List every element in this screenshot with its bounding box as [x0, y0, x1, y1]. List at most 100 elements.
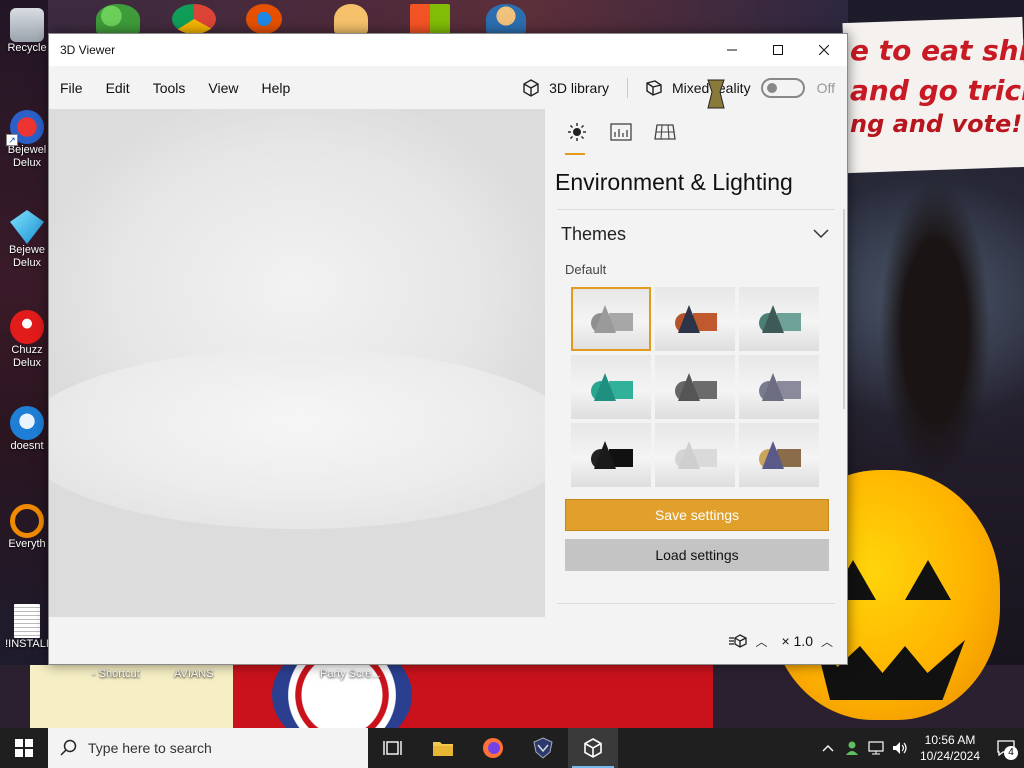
mixed-reality-button[interactable]: Mixed reality [644, 78, 751, 98]
tab-stats[interactable] [599, 109, 643, 155]
taskbar-clock[interactable]: 10:56 AM 10/24/2024 [912, 732, 988, 764]
taskbar-file-explorer[interactable] [418, 728, 468, 768]
desktop-icon-bejeweled[interactable]: ↗ Bejewel Delux [4, 110, 50, 170]
viewport-floor [49, 349, 579, 529]
theme-cone [678, 373, 700, 401]
theme-thumbnail[interactable] [739, 287, 819, 351]
taskbar-shield-app[interactable] [518, 728, 568, 768]
zoom-level: × 1.0 [781, 633, 813, 649]
menu-help[interactable]: Help [261, 80, 302, 96]
3d-library-label: 3D library [549, 79, 609, 96]
3d-viewer-window: 3D Viewer File Edit Tools View Help 3D l… [48, 33, 848, 665]
show-hidden-icons-button[interactable] [816, 728, 840, 768]
users-app-icon[interactable] [96, 4, 140, 34]
people-tray-icon[interactable] [840, 728, 864, 768]
bejeweled-diamond-icon [10, 210, 44, 244]
3d-library-button[interactable]: 3D library [521, 78, 609, 98]
network-tray-icon[interactable] [864, 728, 888, 768]
tab-lighting[interactable] [555, 109, 599, 155]
cube-icon [523, 78, 539, 97]
taskbar-firefox[interactable] [468, 728, 518, 768]
theme-thumbnail[interactable] [571, 423, 651, 487]
themes-section-header[interactable]: Themes [557, 210, 835, 258]
view-options[interactable]: ︿ [729, 633, 767, 650]
poster-text-line: e to eat shit [850, 34, 1024, 67]
desktop-icon-label[interactable]: - Shortcut [92, 668, 140, 680]
theme-cone [762, 441, 784, 469]
panel-scrollbar[interactable] [843, 209, 845, 409]
mixed-reality-icon [646, 79, 662, 96]
taskbar-search[interactable] [48, 728, 368, 768]
browser-icon[interactable] [246, 4, 282, 34]
theme-cone [678, 305, 700, 333]
desktop-icon-bejeweled-2[interactable]: Bejewe Delux [4, 210, 50, 270]
person-icon [846, 741, 858, 755]
chrome-icon[interactable] [172, 4, 216, 34]
theme-cone [678, 441, 700, 469]
theme-thumbnail[interactable] [739, 355, 819, 419]
theme-thumbnail[interactable] [655, 355, 735, 419]
theme-thumbnail[interactable] [655, 287, 735, 351]
grid-icon [654, 124, 676, 140]
windows-logo-icon [15, 739, 33, 757]
tab-grid[interactable] [643, 109, 687, 155]
menu-file[interactable]: File [60, 80, 95, 96]
desktop-icon-recycle-bin[interactable]: Recycle [4, 8, 50, 55]
chevron-up-icon [822, 745, 834, 752]
installer-icon[interactable] [334, 4, 368, 34]
title-bar[interactable]: 3D Viewer [49, 34, 847, 66]
theme-thumbnail[interactable] [571, 355, 651, 419]
desktop-icon-chuzzle[interactable]: Chuzz Delux [4, 310, 50, 370]
sun-icon [568, 123, 586, 141]
desktop-icon-label[interactable]: Party Scre... [320, 668, 381, 680]
view-options-icon [729, 634, 748, 648]
menu-edit[interactable]: Edit [106, 80, 142, 96]
volume-tray-icon[interactable] [888, 728, 912, 768]
panel-heading: Environment & Lighting [555, 169, 793, 195]
status-bar: ︿ × 1.0 ︿ [49, 617, 847, 664]
network-icon [868, 741, 884, 755]
desktop-icon-doesnt[interactable]: doesnt [4, 406, 50, 453]
load-settings-button[interactable]: Load settings [565, 539, 829, 571]
shortcut-arrow-icon: ↗ [6, 134, 18, 146]
desktop-icon-label[interactable]: AVIANS [174, 668, 214, 680]
desktop-icon-label: Chuzz Delux [11, 344, 43, 369]
theme-thumbnail[interactable] [655, 423, 735, 487]
theme-cone [762, 373, 784, 401]
mixed-reality-toggle[interactable] [760, 77, 805, 98]
desktop-icon-everything[interactable]: Everyth [4, 504, 50, 551]
save-settings-button[interactable]: Save settings [565, 499, 829, 531]
doesnt-icon [10, 406, 44, 440]
stats-icon [610, 123, 632, 141]
environment-panel: Environment & Lighting Themes Default Sa… [545, 109, 847, 617]
everything-search-icon [10, 504, 44, 538]
animation-speed[interactable]: × 1.0 ︿ [781, 633, 833, 650]
task-view-button[interactable] [368, 728, 418, 768]
desktop-icon-label: !INSTALI [5, 638, 49, 650]
theme-cone [594, 373, 616, 401]
3d-viewport[interactable] [49, 109, 579, 617]
notification-center-button[interactable]: 4 [988, 728, 1024, 768]
desktop-icon-install[interactable]: !INSTALI [4, 604, 50, 651]
theme-cone [594, 441, 616, 469]
task-view-icon [383, 741, 402, 755]
theme-thumbnail[interactable] [739, 423, 819, 487]
poster-text-line: ng and vote! [850, 110, 1023, 138]
firefox-icon [483, 738, 503, 758]
minimize-button[interactable] [709, 34, 755, 66]
close-button[interactable] [801, 34, 847, 66]
maximize-button[interactable] [755, 34, 801, 66]
taskbar: 10:56 AM 10/24/2024 4 [0, 728, 1024, 768]
theme-thumbnail[interactable] [571, 287, 651, 351]
bejeweled-icon: ↗ [6, 110, 44, 146]
menu-tools[interactable]: Tools [153, 80, 198, 96]
menu-view[interactable]: View [208, 80, 250, 96]
game-character-icon[interactable] [486, 4, 526, 34]
maximize-icon [773, 45, 783, 55]
theme-grid [571, 287, 835, 487]
windows-app-icon[interactable] [410, 4, 450, 34]
taskbar-3d-viewer[interactable] [568, 728, 618, 768]
search-input[interactable] [88, 740, 348, 756]
start-button[interactable] [0, 728, 48, 768]
theme-cone [762, 305, 784, 333]
